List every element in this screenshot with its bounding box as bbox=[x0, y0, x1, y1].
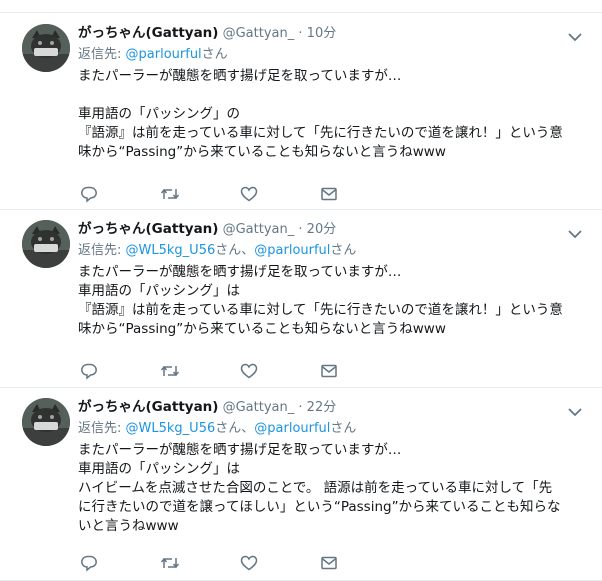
reply-button[interactable] bbox=[80, 362, 160, 380]
reply-icon bbox=[80, 185, 98, 203]
like-icon bbox=[240, 185, 258, 203]
reply-icon bbox=[80, 362, 98, 380]
user-handle[interactable]: @Gattyan_ bbox=[223, 400, 295, 415]
separator: · bbox=[298, 222, 303, 237]
tweet-line: 車用語の「パッシング」は bbox=[78, 283, 240, 299]
retweet-icon bbox=[160, 362, 180, 380]
reply-context: 返信先: @parlourfulさん bbox=[78, 45, 586, 65]
reply-label: 返信先: bbox=[78, 47, 122, 62]
reply-mention[interactable]: @WL5kg_U56 bbox=[126, 421, 216, 436]
reply-mention[interactable]: @parlourful bbox=[254, 243, 330, 258]
direct-message-button[interactable] bbox=[320, 554, 400, 572]
tweet[interactable]: がっちゃん(Gattyan) @Gattyan_ · 22分 返信先: @WL5… bbox=[0, 388, 602, 581]
tweet-header: がっちゃん(Gattyan) @Gattyan_ · 22分 bbox=[78, 397, 586, 417]
like-icon bbox=[240, 554, 258, 572]
user-handle[interactable]: @Gattyan_ bbox=[223, 26, 295, 41]
direct-message-button[interactable] bbox=[320, 185, 400, 203]
reply-context: 返信先: @WL5kg_U56さん、@parlourfulさん bbox=[78, 241, 586, 261]
tweet-line: に行きたいので道を譲ってほしい」という“Passing”から来ていることも知らな bbox=[78, 499, 561, 515]
chevron-down-icon[interactable] bbox=[568, 402, 582, 421]
separator: · bbox=[298, 400, 303, 415]
tweet-line: ハイビームを点滅させた合図のことで。 語源は前を走っている車に対して「先 bbox=[78, 480, 553, 496]
tweet-text: またパーラーが醜態を晒す揚げ足を取っていますが… 車用語の「パッシング」は 『語… bbox=[78, 263, 586, 339]
reply-mention[interactable]: @parlourful bbox=[254, 421, 330, 436]
like-button[interactable] bbox=[240, 362, 320, 380]
tweet-line: またパーラーが醜態を晒す揚げ足を取っていますが… bbox=[78, 264, 402, 280]
tweet-line: いと言うねwww bbox=[78, 518, 179, 534]
user-handle[interactable]: @Gattyan_ bbox=[223, 222, 295, 237]
reply-label: 返信先: bbox=[78, 243, 122, 258]
timestamp[interactable]: 22分 bbox=[307, 400, 337, 415]
tweet-line: 車用語の「パッシング」の bbox=[78, 106, 240, 122]
like-icon bbox=[240, 362, 258, 380]
avatar[interactable] bbox=[22, 24, 70, 72]
tweet-header: がっちゃん(Gattyan) @Gattyan_ · 10分 bbox=[78, 23, 586, 43]
honorific: さん bbox=[330, 243, 357, 258]
tweet-line: 『語源』は前を走っている車に対して「先に行きたいので道を譲れ！」という意 bbox=[78, 302, 563, 318]
separator: · bbox=[298, 26, 303, 41]
display-name[interactable]: がっちゃん(Gattyan) bbox=[78, 399, 218, 415]
tweet-line: 車用語の「パッシング」は bbox=[78, 461, 240, 477]
reply-mention[interactable]: @WL5kg_U56 bbox=[126, 243, 216, 258]
retweet-icon bbox=[160, 185, 180, 203]
honorific: さん bbox=[201, 47, 228, 62]
tweet-actions bbox=[80, 362, 400, 380]
honorific: さん bbox=[330, 421, 357, 436]
retweet-icon bbox=[160, 554, 180, 572]
like-button[interactable] bbox=[240, 554, 320, 572]
tweet-actions bbox=[80, 185, 400, 203]
honorific: さん、 bbox=[215, 421, 255, 436]
tweet-line bbox=[78, 86, 586, 105]
like-button[interactable] bbox=[240, 185, 320, 203]
reply-mention[interactable]: @parlourful bbox=[126, 47, 202, 62]
direct-message-button[interactable] bbox=[320, 362, 400, 380]
retweet-button[interactable] bbox=[160, 554, 240, 572]
timestamp[interactable]: 20分 bbox=[307, 222, 337, 237]
reply-label: 返信先: bbox=[78, 421, 122, 436]
reply-button[interactable] bbox=[80, 554, 160, 572]
retweet-button[interactable] bbox=[160, 362, 240, 380]
avatar[interactable] bbox=[22, 220, 70, 268]
tweet-text: またパーラーが醜態を晒す揚げ足を取っていますが… 車用語の「パッシング」は ハイ… bbox=[78, 441, 586, 536]
display-name[interactable]: がっちゃん(Gattyan) bbox=[78, 221, 218, 237]
tweet-header: がっちゃん(Gattyan) @Gattyan_ · 20分 bbox=[78, 219, 586, 239]
tweet-line: 味から“Passing”から来ていることも知らないと言うねwww bbox=[78, 321, 446, 337]
tweet-actions bbox=[80, 554, 400, 572]
top-divider bbox=[0, 0, 602, 13]
reply-icon bbox=[80, 554, 98, 572]
message-icon bbox=[320, 554, 338, 572]
chevron-down-icon[interactable] bbox=[568, 224, 582, 243]
retweet-button[interactable] bbox=[160, 185, 240, 203]
timestamp[interactable]: 10分 bbox=[307, 26, 337, 41]
tweet-text: またパーラーが醜態を晒す揚げ足を取っていますが… 車用語の「パッシング」の 『語… bbox=[78, 67, 586, 162]
tweet-line: またパーラーが醜態を晒す揚げ足を取っていますが… bbox=[78, 442, 402, 458]
honorific: さん、 bbox=[215, 243, 255, 258]
chevron-down-icon[interactable] bbox=[568, 27, 582, 46]
tweet[interactable]: がっちゃん(Gattyan) @Gattyan_ · 10分 返信先: @par… bbox=[0, 13, 602, 210]
tweet-line: 味から“Passing”から来ていることも知らないと言うねwww bbox=[78, 144, 446, 160]
message-icon bbox=[320, 185, 338, 203]
avatar[interactable] bbox=[22, 398, 70, 446]
reply-button[interactable] bbox=[80, 185, 160, 203]
tweet[interactable]: がっちゃん(Gattyan) @Gattyan_ · 20分 返信先: @WL5… bbox=[0, 210, 602, 388]
tweet-line: 『語源』は前を走っている車に対して「先に行きたいので道を譲れ！」という意 bbox=[78, 125, 563, 141]
display-name[interactable]: がっちゃん(Gattyan) bbox=[78, 25, 218, 41]
reply-context: 返信先: @WL5kg_U56さん、@parlourfulさん bbox=[78, 419, 586, 439]
message-icon bbox=[320, 362, 338, 380]
tweet-line: またパーラーが醜態を晒す揚げ足を取っていますが… bbox=[78, 68, 402, 84]
